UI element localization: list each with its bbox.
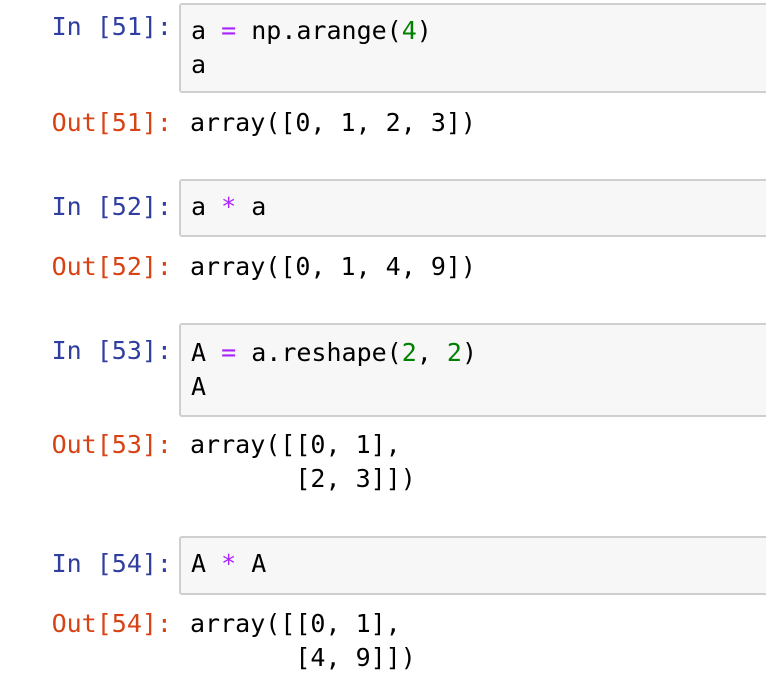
in-prompt: In [52]: <box>51 192 172 221</box>
in-prompt: In [53]: <box>51 336 172 365</box>
code-line: a <box>191 50 207 79</box>
code-line: a = np.arange(4) <box>191 16 432 45</box>
in-prompt: In [51]: <box>51 12 172 41</box>
out-prompt: Out[52]: <box>51 252 172 281</box>
code-input[interactable]: A = a.reshape(2, 2) A <box>179 323 766 417</box>
code-input[interactable]: A * A <box>179 536 766 595</box>
in-prompt: In [54]: <box>51 549 172 578</box>
output-text: [4, 9]]) <box>190 643 416 672</box>
output-text: array([[0, 1], <box>190 609 401 638</box>
code-input[interactable]: a * a <box>179 179 766 237</box>
output-text: array([0, 1, 4, 9]) <box>190 252 476 281</box>
out-prompt: Out[53]: <box>51 430 172 459</box>
out-prompt: Out[54]: <box>51 609 172 638</box>
output-text: [2, 3]]) <box>190 464 416 493</box>
code-line: a * a <box>191 192 267 221</box>
code-input[interactable]: a = np.arange(4) a <box>179 3 766 93</box>
code-line: A * A <box>191 549 267 578</box>
code-line: A <box>191 372 207 401</box>
output-text: array([[0, 1], <box>190 430 401 459</box>
output-text: array([0, 1, 2, 3]) <box>190 108 476 137</box>
code-line: A = a.reshape(2, 2) <box>191 338 478 367</box>
out-prompt: Out[51]: <box>51 108 172 137</box>
